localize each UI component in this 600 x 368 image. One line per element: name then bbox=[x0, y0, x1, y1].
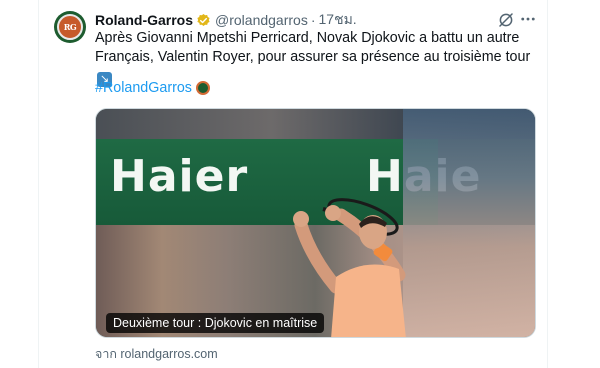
verified-badge-icon[interactable] bbox=[196, 13, 211, 28]
timestamp[interactable]: 17ชม. bbox=[319, 9, 357, 31]
avatar-logo-text: RG bbox=[63, 22, 77, 32]
more-options-icon[interactable] bbox=[519, 10, 537, 28]
card-source-link[interactable]: จาก rolandgarros.com bbox=[95, 344, 218, 364]
hashtag-row: #RolandGarros bbox=[95, 80, 210, 96]
separator-dot: · bbox=[310, 12, 316, 28]
author-handle[interactable]: @rolandgarros bbox=[215, 12, 308, 28]
tweet-text: Après Giovanni Mpetshi Perricard, Novak … bbox=[95, 29, 535, 87]
author-name[interactable]: Roland-Garros bbox=[95, 12, 193, 28]
tweet-body: Après Giovanni Mpetshi Perricard, Novak … bbox=[95, 30, 531, 65]
avatar[interactable]: RG bbox=[54, 11, 86, 43]
roland-garros-logo: RG bbox=[57, 14, 83, 40]
sponsor-text-left: Haier bbox=[110, 151, 249, 202]
grok-icon[interactable] bbox=[497, 11, 515, 29]
media-caption: Deuxième tour : Djokovic en maîtrise bbox=[106, 313, 325, 333]
hashflag-icon bbox=[195, 81, 210, 95]
media-card[interactable]: Haier Haie Deuxième tour : Djokovic en m… bbox=[95, 108, 536, 338]
crowd-right bbox=[403, 109, 535, 337]
hashtag-link[interactable]: #RolandGarros bbox=[95, 80, 192, 96]
tweet-header: Roland-Garros @rolandgarros · 17ชม. bbox=[95, 11, 540, 29]
